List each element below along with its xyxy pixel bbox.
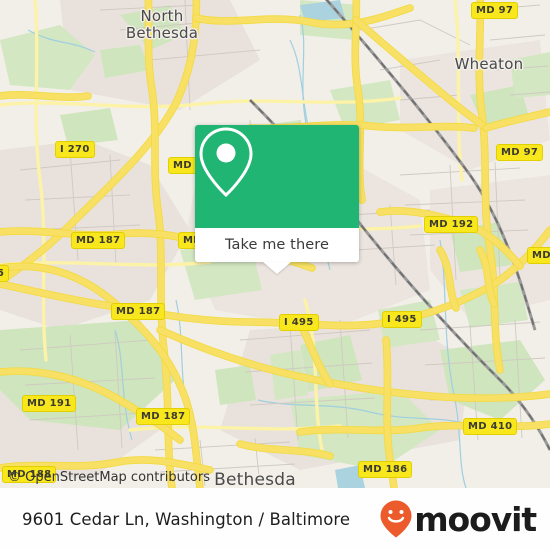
shield-md-97-mid: MD 97 bbox=[496, 144, 544, 161]
footer-bar: 9601 Cedar Ln, Washington / Baltimore mo… bbox=[0, 488, 550, 550]
shield-md-187-mid: MD 187 bbox=[111, 303, 166, 320]
shield-md-410: MD 410 bbox=[463, 418, 518, 435]
card-action-panel[interactable]: Take me there bbox=[195, 228, 359, 274]
shield-md-187-south: MD 187 bbox=[136, 408, 191, 425]
shield-md-97-north: MD 97 bbox=[471, 2, 519, 19]
shield-i-270: I 270 bbox=[55, 141, 95, 158]
map-pin-icon bbox=[199, 127, 253, 198]
shield-md-partial-top: MD bbox=[168, 157, 197, 174]
shield-md-187-west: MD 187 bbox=[71, 232, 126, 249]
shield-i-495-west: I 495 bbox=[279, 314, 319, 331]
card-marker-panel bbox=[195, 125, 359, 228]
location-info-card[interactable]: Take me there bbox=[195, 125, 359, 274]
shield-md-192: MD 192 bbox=[424, 216, 479, 233]
osm-attribution[interactable]: © OpenStreetMap contributors bbox=[8, 470, 210, 486]
shield-partial-left: 5 bbox=[0, 265, 10, 282]
shield-i-495-east: I 495 bbox=[382, 311, 422, 328]
map-canvas[interactable]: .park { fill:#d3e7c2; } .park2 { fill:#c… bbox=[0, 0, 550, 488]
shield-md-partial-right: MD bbox=[527, 247, 550, 264]
take-me-there-label: Take me there bbox=[224, 237, 330, 253]
shield-md-191: MD 191 bbox=[22, 395, 77, 412]
moovit-logo[interactable]: moovit bbox=[379, 499, 537, 539]
map-screenshot: .park { fill:#d3e7c2; } .park2 { fill:#c… bbox=[0, 0, 550, 550]
card-pointer-tail bbox=[263, 262, 291, 274]
moovit-smiley-pin-icon bbox=[380, 500, 412, 538]
moovit-wordmark: moovit bbox=[414, 499, 537, 539]
address-label: 9601 Cedar Ln, Washington / Baltimore bbox=[22, 509, 351, 529]
shield-md-186: MD 186 bbox=[358, 461, 413, 478]
